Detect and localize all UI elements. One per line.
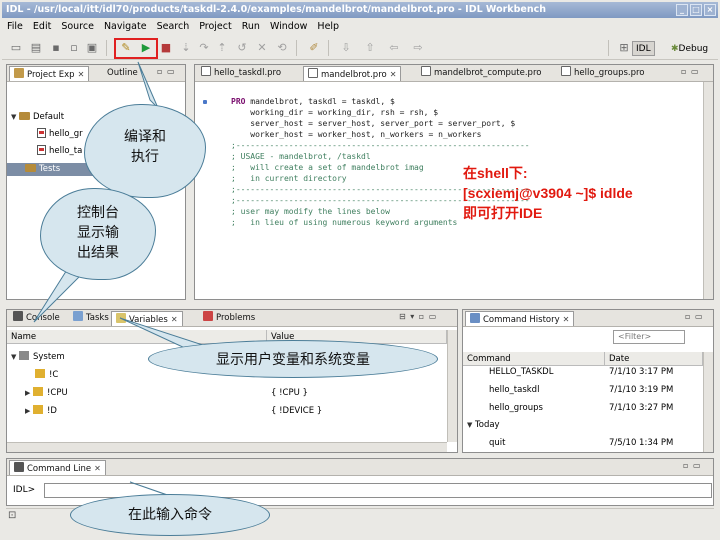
callout-compile-run: 编译和 执行 xyxy=(84,104,206,198)
launch-instructions: 在shell下: [scxiemj@v3904 ~]$ idlde 即可打开ID… xyxy=(463,163,633,223)
callout-console-output-text: 控制台 显示输 出结果 xyxy=(77,205,119,261)
callout-input-command-text: 在此输入命令 xyxy=(128,507,212,523)
launch-line-3: 即可打开IDE xyxy=(463,205,543,221)
callout-console-output: 控制台 显示输 出结果 xyxy=(40,188,156,280)
compile-callout-pointer xyxy=(137,61,159,109)
callout-input-command: 在此输入命令 xyxy=(70,494,270,536)
callout-compile-run-text: 编译和 执行 xyxy=(124,129,166,165)
launch-line-2: [scxiemj@v3904 ~]$ idlde xyxy=(463,185,633,201)
callout-variables: 显示用户变量和系统变量 xyxy=(148,340,438,378)
callout-variables-text: 显示用户变量和系统变量 xyxy=(216,352,370,368)
launch-line-1: 在shell下: xyxy=(463,165,528,181)
